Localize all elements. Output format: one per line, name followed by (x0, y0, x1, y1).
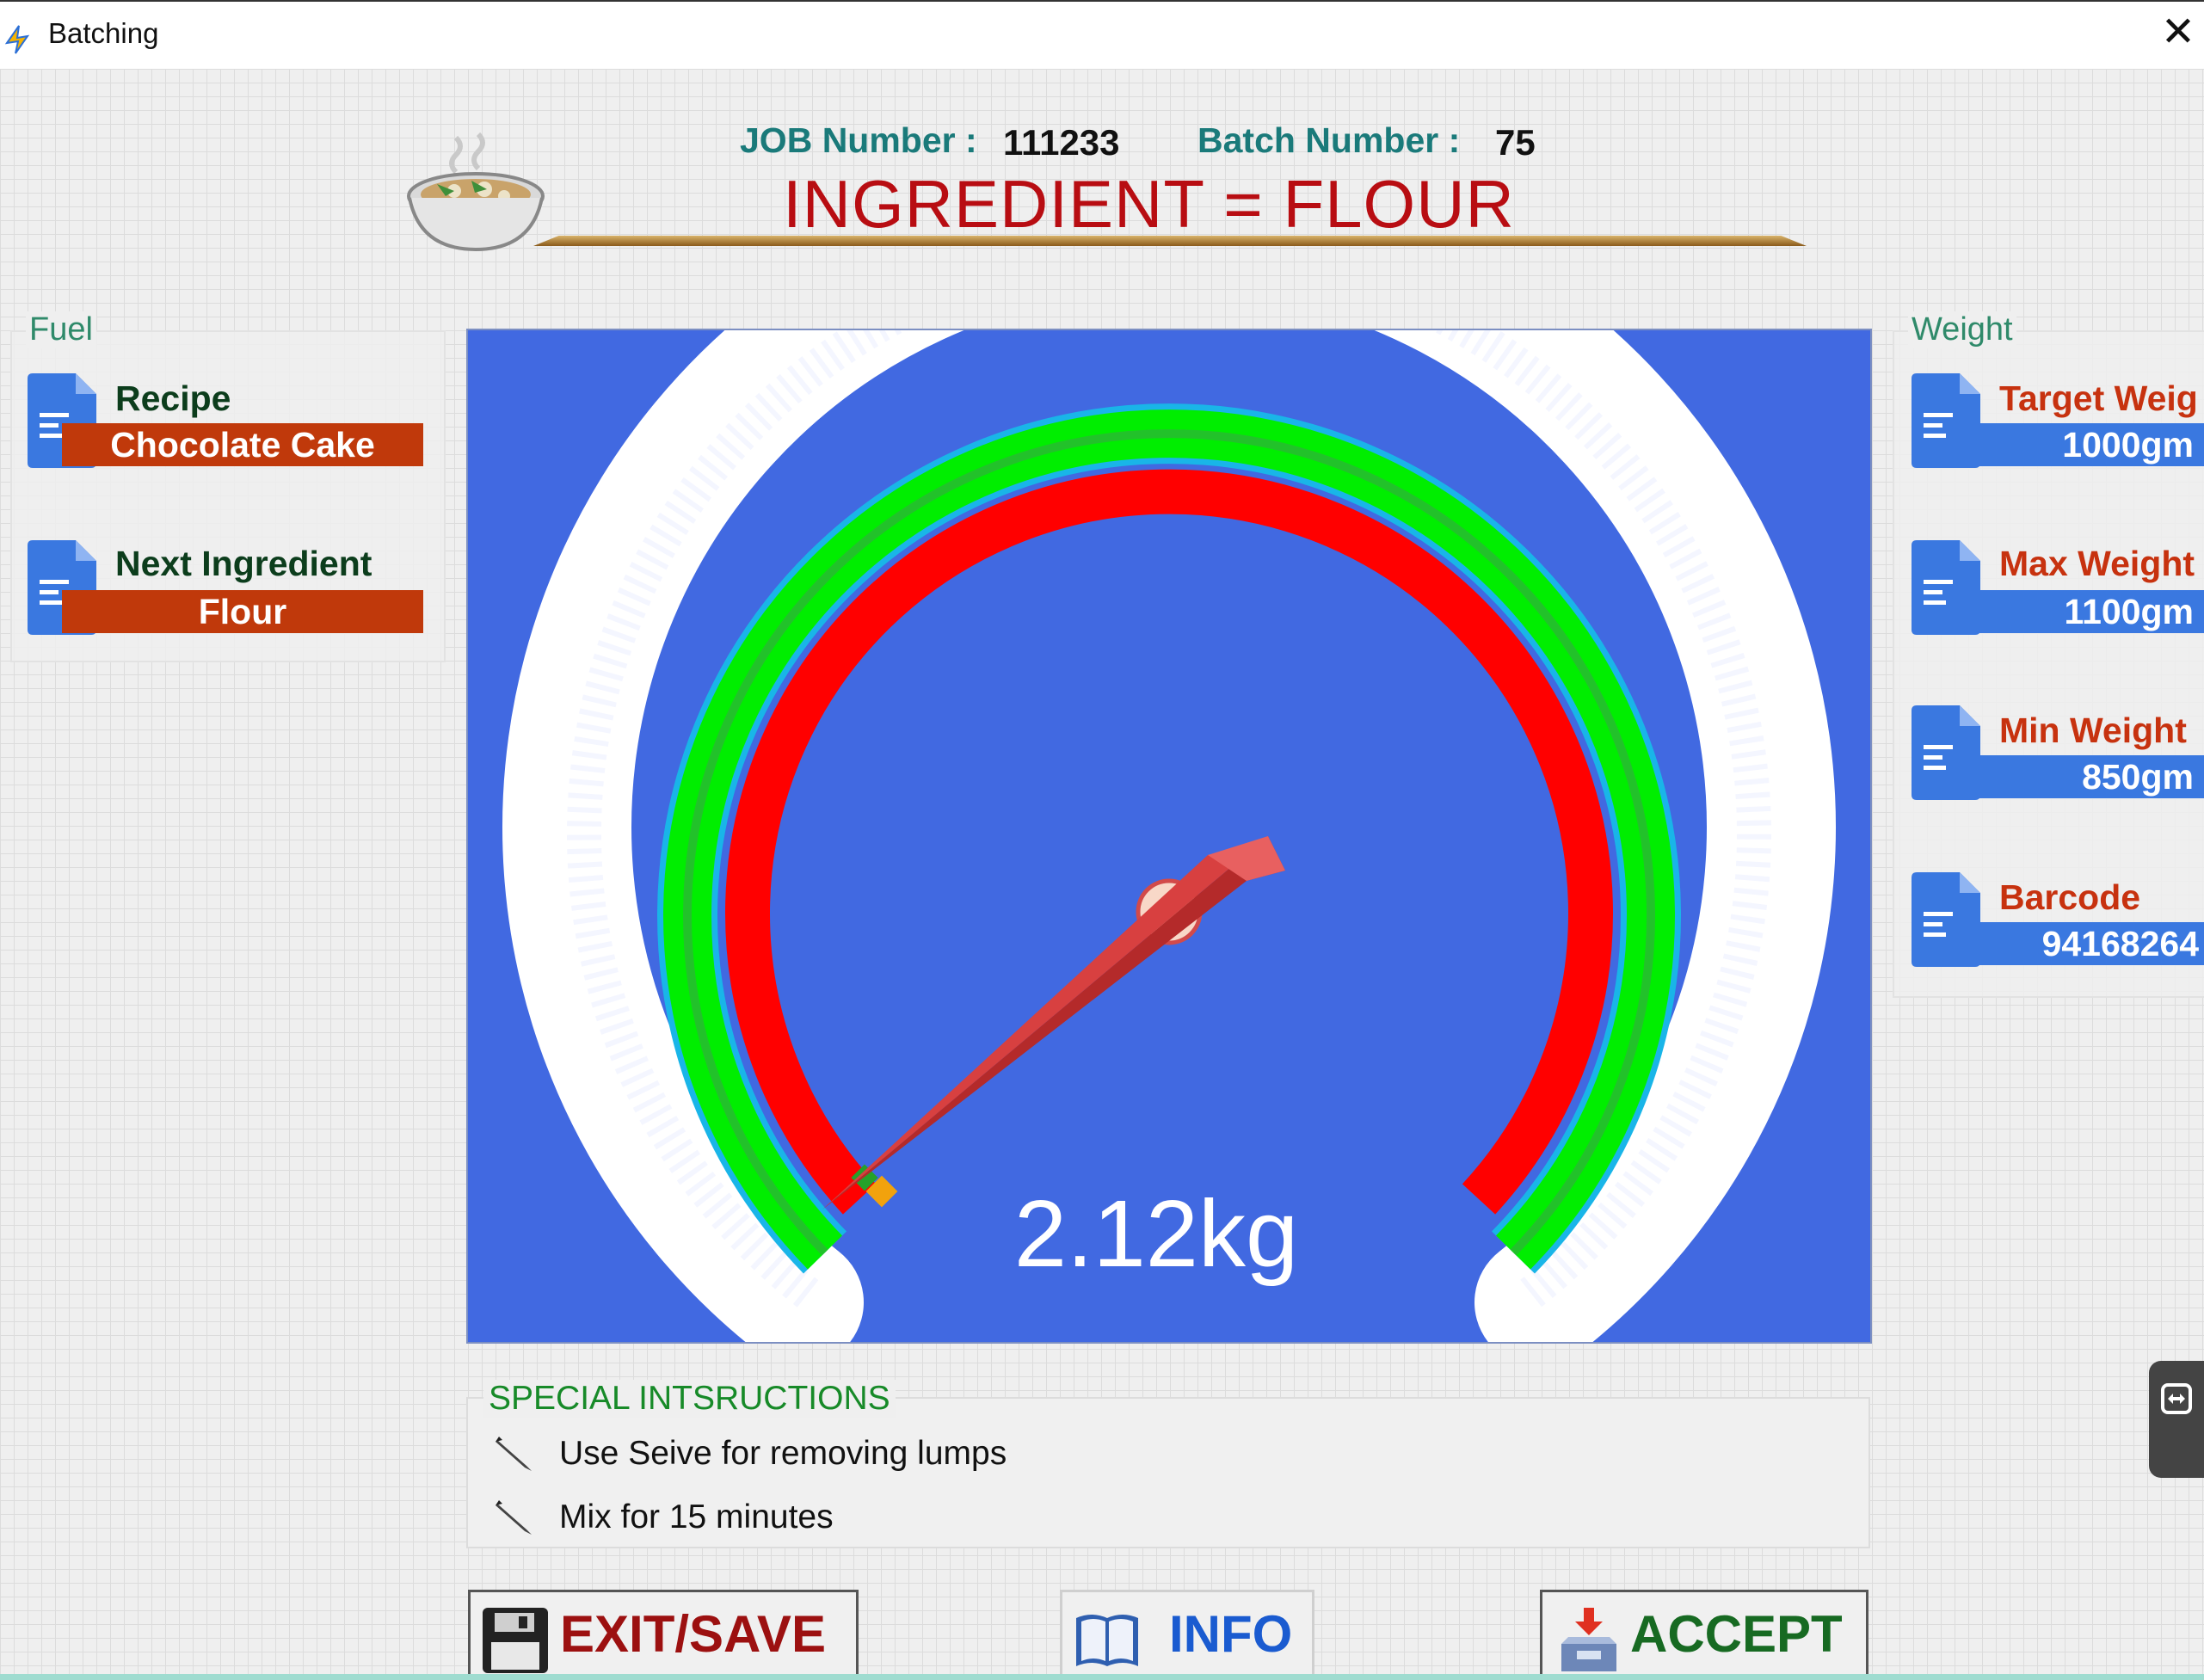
download-tray-icon (1561, 1608, 1616, 1671)
recipe-label: Recipe (115, 378, 231, 418)
gauge-reading: 2.12kg (1014, 1181, 1298, 1287)
window-title: Batching (48, 17, 159, 49)
soup-bowl-icon (407, 132, 545, 252)
max-weight-value: 1100gm (1946, 590, 2204, 633)
book-icon (1076, 1615, 1138, 1666)
barcode-value: 94168264 (1946, 922, 2204, 965)
target-weight-value: 1000gm (1946, 423, 2204, 466)
teamviewer-icon (2161, 1383, 2192, 1414)
weight-group-label: Weight (1908, 311, 2016, 348)
ingredient-title: INGREDIENT = FLOUR (783, 166, 1515, 242)
next-ingredient-label: Next Ingredient (115, 544, 372, 583)
job-number-label: JOB Number : (740, 120, 977, 160)
exit-save-button[interactable]: EXIT/SAVE (468, 1590, 859, 1680)
accept-label: ACCEPT (1630, 1605, 1843, 1663)
window-bottom-edge (0, 1674, 2204, 1680)
fuel-group-label: Fuel (26, 311, 96, 348)
exit-save-label: EXIT/SAVE (560, 1605, 826, 1663)
weight-gauge: 2.12kg (466, 329, 1872, 1344)
batch-number-label: Batch Number : (1197, 120, 1461, 160)
min-weight-label: Min Weight (1999, 711, 2187, 750)
target-weight-label: Target Weig (1999, 378, 2198, 418)
close-button[interactable]: ✕ (2152, 7, 2204, 58)
batch-number-value: 75 (1495, 122, 1536, 163)
title-underline (533, 236, 1807, 246)
info-button[interactable]: INFO (1060, 1590, 1314, 1680)
instruction-item: Use Seive for removing lumps (559, 1435, 1007, 1472)
info-label: INFO (1169, 1605, 1293, 1663)
instruction-item: Mix for 15 minutes (559, 1498, 834, 1535)
floppy-disk-icon (483, 1608, 548, 1673)
special-instructions-title: SPECIAL INTSRUCTIONS (483, 1380, 896, 1418)
pen-icon (496, 1500, 532, 1535)
barcode-label: Barcode (1999, 877, 2141, 917)
next-ingredient-value: Flour (62, 590, 423, 633)
recipe-value: Chocolate Cake (62, 423, 423, 466)
teamviewer-side-tab[interactable] (2149, 1361, 2204, 1478)
min-weight-value: 850gm (1946, 755, 2204, 798)
max-weight-label: Max Weight (1999, 544, 2195, 583)
job-batch-info: JOB Number : 111233 Batch Number : 75 (740, 120, 1678, 165)
pen-icon (496, 1437, 532, 1471)
app-lightning-icon (4, 25, 30, 54)
gauge-red-band (725, 469, 1613, 1215)
title-bar: Batching ✕ (0, 0, 2204, 69)
accept-button[interactable]: ACCEPT (1540, 1590, 1868, 1680)
job-number-value: 111233 (1003, 122, 1120, 163)
